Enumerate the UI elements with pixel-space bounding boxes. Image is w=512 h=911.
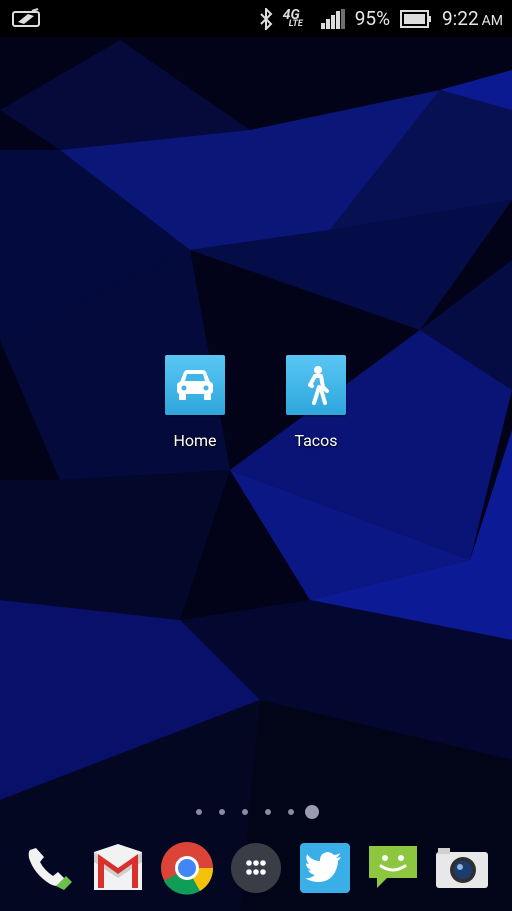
chrome-app[interactable] — [159, 840, 215, 896]
battery-icon — [400, 9, 431, 28]
page-dot[interactable] — [219, 809, 225, 815]
chrome-icon — [161, 842, 214, 895]
camera-icon — [436, 848, 488, 888]
camera-app[interactable] — [434, 840, 490, 896]
shortcut-tacos[interactable]: Tacos — [266, 355, 366, 450]
page-dot[interactable] — [196, 809, 202, 815]
app-drawer-icon — [231, 843, 281, 893]
app-drawer-button[interactable] — [228, 840, 284, 896]
lte-icon: 4G LTE — [283, 7, 311, 31]
gmail-app[interactable] — [90, 840, 146, 896]
shortcut-tacos-label: Tacos — [294, 431, 338, 450]
shortcut-home[interactable]: Home — [145, 355, 245, 450]
shortcut-tacos-tile[interactable] — [286, 355, 346, 415]
page-dot[interactable] — [265, 809, 271, 815]
page-indicator — [0, 802, 512, 822]
wallpaper — [0, 0, 512, 911]
shortcut-home-label: Home — [173, 431, 217, 450]
twitter-app[interactable] — [297, 840, 353, 896]
phone-app[interactable] — [20, 840, 76, 896]
gmail-icon — [94, 844, 142, 890]
messaging-app[interactable] — [365, 840, 421, 896]
clock-time: 9:22 — [442, 7, 479, 30]
bluetooth-icon — [260, 7, 273, 30]
car-icon — [177, 370, 213, 400]
walking-icon — [308, 366, 329, 405]
clock: 9:22 AM — [442, 7, 503, 30]
shortcut-home-tile[interactable] — [165, 355, 225, 415]
page-dot-active[interactable] — [305, 805, 319, 819]
notification-icon — [12, 8, 40, 27]
clock-ampm: AM — [481, 13, 503, 29]
status-bar: 4G LTE 95% 9:22 AM — [0, 0, 512, 37]
messaging-icon — [369, 846, 417, 888]
page-dot[interactable] — [288, 809, 294, 815]
phone-icon — [28, 848, 72, 890]
network-subtype: LTE — [288, 18, 303, 29]
dock — [0, 836, 512, 900]
signal-icon — [320, 8, 345, 29]
twitter-icon — [300, 843, 350, 893]
page-dot[interactable] — [242, 809, 248, 815]
battery-percent: 95% — [354, 7, 390, 30]
